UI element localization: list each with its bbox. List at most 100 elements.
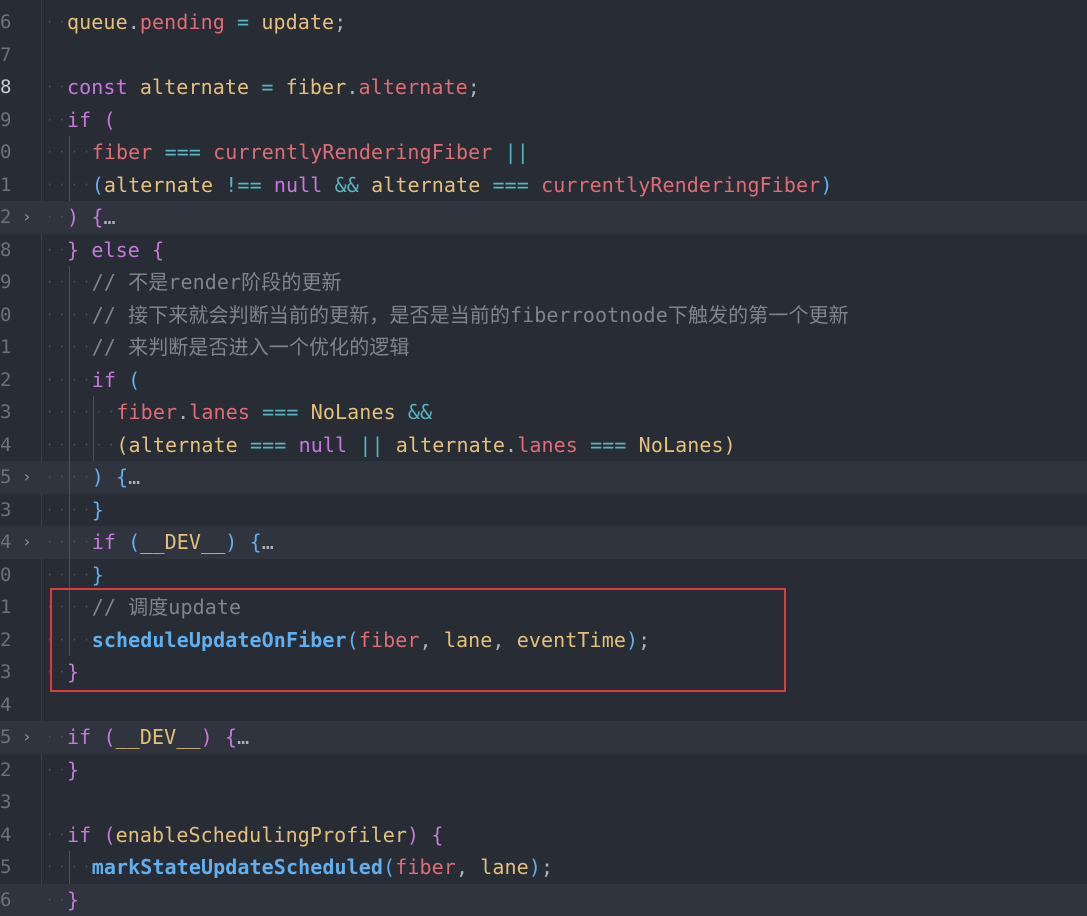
code-text[interactable]: // 不是render阶段的更新 [92,266,342,299]
code-line[interactable]: 8··const alternate = fiber.alternate; [0,71,1087,104]
code-token [140,238,152,262]
code-text[interactable]: fiber.lanes === NoLanes && [116,396,432,429]
code-text[interactable]: (alternate !== null && alternate === cur… [92,169,833,202]
code-token: alternate [140,75,249,99]
code-line[interactable]: 0····// 接下来就会判断当前的更新，是否是当前的fiberrootnode… [0,299,1087,332]
indent-guide [69,396,70,429]
line-number: 6 [0,6,12,39]
code-text[interactable]: } [92,494,104,527]
code-token: queue [67,10,128,34]
code-line[interactable]: 5····markStateUpdateScheduled(fiber, lan… [0,851,1087,884]
code-token: . [505,433,517,457]
line-number: 4 [0,689,12,722]
line-number: 2 [0,364,12,397]
code-text[interactable]: ) {… [67,201,116,234]
code-line[interactable]: 4······(alternate === null || alternate.… [0,429,1087,462]
code-line[interactable]: 3····} [0,494,1087,527]
code-token: if [92,530,116,554]
code-line[interactable]: 4 [0,689,1087,722]
code-text[interactable]: } [67,754,79,787]
code-line[interactable]: 2····if ( [0,364,1087,397]
code-token: … [262,530,274,554]
line-number: 0 [0,299,12,332]
line-number: 2 [0,201,12,234]
code-token: } [67,238,79,262]
code-token [359,173,371,197]
code-editor[interactable]: 6··queue.pending = update;78··const alte… [0,0,1087,903]
code-text[interactable]: queue.pending = update; [67,6,346,39]
code-line[interactable]: 1····// 来判断是否进入一个优化的逻辑 [0,331,1087,364]
code-text[interactable]: (alternate === null || alternate.lanes =… [116,429,735,462]
code-text[interactable]: if (__DEV__) {… [67,721,249,754]
code-token: ( [128,368,140,392]
code-line[interactable]: 2··} [0,754,1087,787]
code-line[interactable]: 9··if ( [0,104,1087,137]
code-line[interactable]: 0····} [0,559,1087,592]
code-text[interactable]: fiber === currentlyRenderingFiber || [92,136,529,169]
code-token: || [359,433,383,457]
code-token: === [250,433,286,457]
code-line[interactable]: 7 [0,39,1087,72]
code-token [322,173,334,197]
indent-guide [69,136,70,169]
code-token: if [67,725,91,749]
fold-chevron-icon[interactable]: › [22,721,34,754]
code-text[interactable]: } else { [67,234,164,267]
line-number: 0 [0,559,12,592]
code-token: . [177,400,189,424]
code-token: ) [225,530,237,554]
line-number: 2 [0,624,12,657]
code-token [213,725,225,749]
code-line[interactable]: 9····// 不是render阶段的更新 [0,266,1087,299]
code-token [286,433,298,457]
code-token [273,75,285,99]
code-token: alternate [396,433,505,457]
line-number: 3 [0,656,12,689]
code-token: … [128,465,140,489]
code-token: lane [480,855,529,879]
code-line[interactable]: 2›··) {… [0,201,1087,234]
code-line[interactable]: 8··} else { [0,234,1087,267]
indent-guide [69,364,70,397]
code-line[interactable]: 1····(alternate !== null && alternate ==… [0,169,1087,202]
code-line[interactable]: 3 [0,786,1087,819]
code-token: null [299,433,348,457]
fold-chevron-icon[interactable]: › [22,201,34,234]
code-text[interactable]: if (__DEV__) {… [92,526,274,559]
code-token [480,173,492,197]
whitespace-dots: ·· [46,461,70,494]
indent-guide [69,559,70,592]
code-token [116,530,128,554]
line-number: 6 [0,884,12,916]
code-text[interactable]: markStateUpdateScheduled(fiber, lane); [92,851,553,884]
code-token [79,205,91,229]
line-number: 4 [0,819,12,852]
code-line[interactable]: 6··queue.pending = update; [0,6,1087,39]
code-line[interactable]: 5›··if (__DEV__) {… [0,721,1087,754]
code-token: { [250,530,262,554]
code-line[interactable]: 4··if (enableSchedulingProfiler) { [0,819,1087,852]
code-token [250,400,262,424]
fold-chevron-icon[interactable]: › [22,526,34,559]
code-line[interactable]: 4›····if (__DEV__) {… [0,526,1087,559]
code-text[interactable]: ) {… [92,461,141,494]
code-token [396,400,408,424]
code-text[interactable]: const alternate = fiber.alternate; [67,71,480,104]
code-text[interactable]: } [92,559,104,592]
code-text[interactable]: if (enableSchedulingProfiler) { [67,819,443,852]
code-line[interactable]: 6··} [0,884,1087,916]
code-token: { [225,725,237,749]
code-line[interactable]: 3······fiber.lanes === NoLanes && [0,396,1087,429]
code-token: if [67,823,91,847]
line-number: 1 [0,169,12,202]
code-text[interactable]: if ( [92,364,141,397]
code-text[interactable]: } [67,884,79,916]
code-text[interactable]: // 接下来就会判断当前的更新，是否是当前的fiberrootnode下触发的第… [92,299,849,332]
code-token: currentlyRenderingFiber [541,173,820,197]
code-text[interactable]: if ( [67,104,116,137]
code-token: … [237,725,249,749]
code-line[interactable]: 0····fiber === currentlyRenderingFiber |… [0,136,1087,169]
fold-chevron-icon[interactable]: › [22,461,34,494]
code-text[interactable]: // 来判断是否进入一个优化的逻辑 [92,331,410,364]
code-line[interactable]: 5›····) {… [0,461,1087,494]
